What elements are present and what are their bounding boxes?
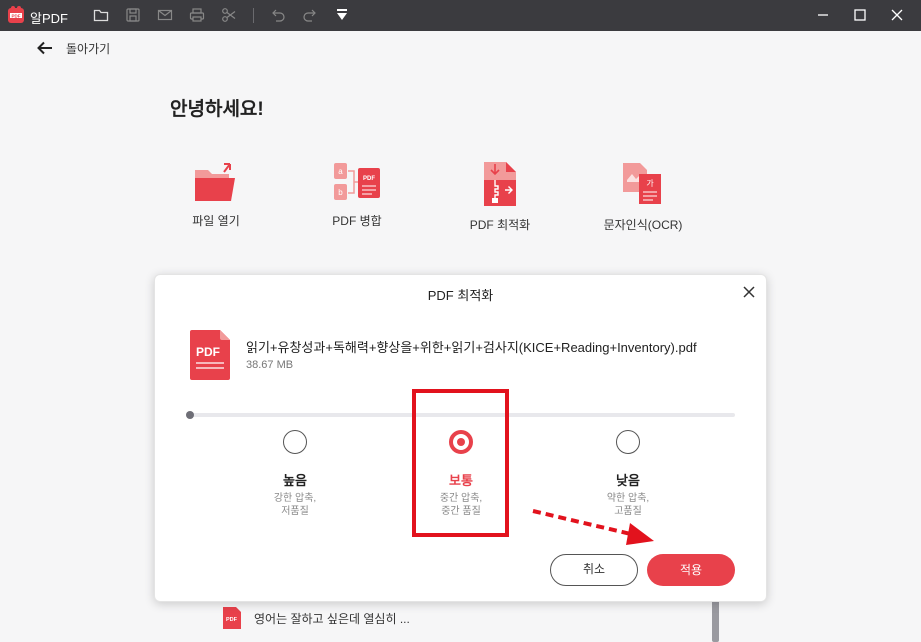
- title-bar: PDF 알PDF: [0, 0, 921, 31]
- pdf-optimize-icon: [484, 162, 516, 206]
- scissors-icon[interactable]: [221, 7, 237, 23]
- annotation-highlight-box: [412, 389, 509, 537]
- folder-open-icon: [195, 163, 235, 201]
- open-folder-icon[interactable]: [93, 7, 109, 23]
- recent-file-item[interactable]: PDF 영어는 잘하고 싶은데 열심히 ...: [222, 606, 410, 630]
- maximize-icon[interactable]: [851, 6, 869, 24]
- tool-label: PDF 병합: [332, 214, 382, 228]
- option-high[interactable]: 높음 강한 압축, 저품질: [235, 430, 355, 518]
- minimize-icon[interactable]: [814, 6, 832, 24]
- option-desc-line1: 강한 압축,: [273, 493, 317, 504]
- svg-text:PDF: PDF: [12, 13, 21, 18]
- svg-text:PDF: PDF: [226, 617, 238, 623]
- save-icon[interactable]: [125, 7, 141, 23]
- cancel-button[interactable]: 취소: [550, 554, 638, 586]
- radio-high[interactable]: [283, 430, 307, 454]
- tool-pdf-optimize[interactable]: PDF 최적화: [440, 160, 560, 233]
- undo-icon[interactable]: [270, 7, 286, 23]
- recent-file-name: 영어는 잘하고 싶은데 열심히 ...: [254, 611, 410, 626]
- file-badge: PDF: [196, 345, 220, 359]
- option-desc-line2: 저품질: [281, 506, 309, 517]
- tool-label: PDF 최적화: [469, 218, 531, 232]
- radio-low[interactable]: [616, 430, 640, 454]
- apply-button[interactable]: 적용: [647, 554, 735, 586]
- slider-start-dot: [186, 411, 194, 419]
- pdf-file-icon: PDF: [223, 607, 241, 629]
- svg-text:b: b: [338, 188, 343, 197]
- dropdown-icon[interactable]: [334, 7, 350, 23]
- toolbar-separator: [253, 8, 254, 23]
- pdf-merge-icon: a b PDF: [334, 163, 380, 200]
- tool-ocr[interactable]: 가 문자인식(OCR): [583, 160, 703, 233]
- tool-open-file[interactable]: 파일 열기: [156, 160, 276, 229]
- option-title: 낮음: [616, 473, 640, 488]
- mail-icon[interactable]: [157, 7, 173, 23]
- app-logo-icon: PDF: [8, 6, 24, 23]
- pdf-file-icon: PDF: [190, 330, 230, 380]
- scrollbar-thumb[interactable]: [712, 598, 719, 642]
- svg-text:가: 가: [646, 179, 654, 188]
- pdf-optimize-dialog: PDF 최적화 PDF 읽기+유창성과+독해력+향상을+위한+읽기+검사지(KI…: [154, 274, 767, 602]
- close-icon[interactable]: [742, 285, 756, 299]
- dialog-title: PDF 최적화: [427, 288, 494, 303]
- svg-text:PDF: PDF: [363, 176, 375, 182]
- back-button[interactable]: 돌아가기: [36, 38, 110, 58]
- redo-icon[interactable]: [302, 7, 318, 23]
- file-size: 38.67 MB: [246, 359, 294, 371]
- close-icon[interactable]: [888, 6, 906, 24]
- tool-label: 파일 열기: [192, 214, 240, 228]
- svg-text:a: a: [338, 167, 343, 176]
- arrow-left-icon: [37, 41, 52, 55]
- ocr-icon: 가: [623, 163, 661, 204]
- option-desc-line1: 약한 압축,: [606, 493, 650, 504]
- tool-pdf-merge[interactable]: a b PDF PDF 병합: [297, 160, 417, 229]
- back-label: 돌아가기: [66, 41, 111, 56]
- print-icon[interactable]: [189, 7, 205, 23]
- file-name: 읽기+유창성과+독해력+향상을+위한+읽기+검사지(KICE+Reading+I…: [246, 340, 697, 355]
- option-title: 높음: [283, 473, 307, 488]
- annotation-arrow-icon: [532, 509, 654, 545]
- tool-label: 문자인식(OCR): [603, 218, 683, 232]
- greeting-heading: 안녕하세요!: [170, 99, 264, 120]
- app-name: 알PDF: [30, 11, 68, 26]
